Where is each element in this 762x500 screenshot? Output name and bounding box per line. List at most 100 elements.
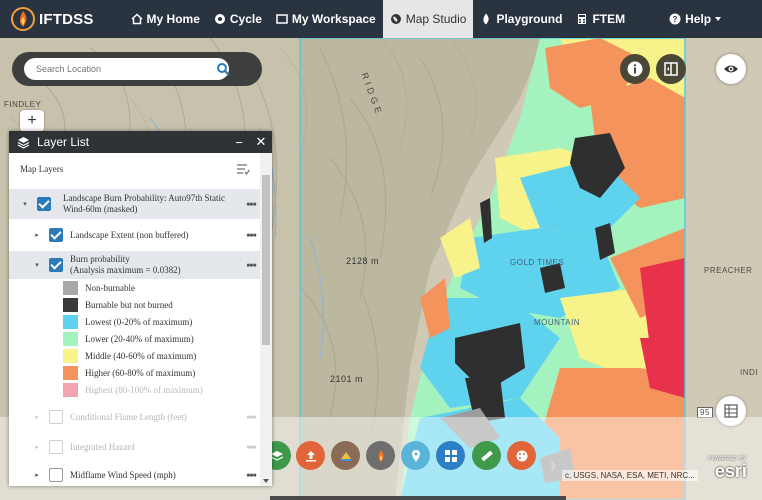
expand-arrow-icon[interactable]: ▸: [33, 443, 41, 451]
layer-item-midflame-wind-speed[interactable]: ▸ Midflame Wind Speed (mph) •••: [9, 465, 260, 485]
layer-checkbox[interactable]: [49, 410, 63, 424]
filter-list-icon[interactable]: [236, 163, 250, 175]
layer-label: Midflame Wind Speed (mph): [70, 469, 176, 480]
legend-swatch: [63, 332, 78, 346]
nav-map-studio[interactable]: Map Studio: [382, 0, 474, 38]
layer-checkbox[interactable]: [49, 228, 63, 242]
layer-item-landscape-extent[interactable]: ▸ Landscape Extent (non buffered) •••: [9, 223, 260, 247]
layer-label: Burn probability (Analysis maximum = 0.0…: [70, 254, 242, 276]
scrollbar-thumb[interactable]: [262, 175, 270, 345]
legend-label: Lowest (0-20% of maximum): [85, 317, 193, 327]
palette-icon: [516, 450, 527, 461]
map-layers-heading: Map Layers: [20, 163, 250, 175]
map-label-elevation-2128: 2128 m: [346, 256, 380, 266]
legend-swatch: [63, 298, 78, 312]
esri-wordmark: esri: [714, 461, 747, 481]
layer-item-burn-probability[interactable]: ▾ Burn probability (Analysis maximum = 0…: [9, 251, 260, 279]
legend-swatch: [63, 366, 78, 380]
expand-arrow-icon[interactable]: ▸: [33, 231, 41, 239]
collapse-arrow-icon[interactable]: ▾: [21, 200, 29, 208]
layer-options-icon[interactable]: •••: [242, 410, 260, 425]
nav-playground[interactable]: Playground: [473, 0, 569, 38]
location-tool-button[interactable]: [401, 441, 430, 470]
chevron-down-icon: [715, 17, 722, 21]
nav-ftem-label: FTEM: [592, 12, 626, 26]
globe-icon: [390, 14, 401, 24]
location-pin-icon: [411, 449, 420, 462]
nav-map-studio-label: Map Studio: [405, 12, 467, 26]
nav-cycle-label: Cycle: [229, 12, 262, 26]
legend-item: Highest (80-100% of maximum): [63, 382, 203, 398]
legend-item: Middle (40-60% of maximum): [63, 348, 196, 364]
basemap-gallery-button[interactable]: [436, 441, 465, 470]
brand-name: IFTDSS: [39, 10, 94, 28]
nav-my-workspace[interactable]: My Workspace: [269, 0, 383, 38]
layer-label: Landscape Extent (non buffered): [70, 229, 189, 240]
map-attribution: c, USGS, NASA, ESA, METI, NRC...: [562, 470, 698, 481]
layer-label-subtitle: (Analysis maximum = 0.0382): [70, 265, 181, 275]
toolbar-strip: [270, 496, 566, 500]
table-button[interactable]: [716, 396, 746, 426]
nav-help[interactable]: ? Help: [662, 0, 728, 38]
legend-label: Highest (80-100% of maximum): [85, 385, 203, 395]
layer-options-icon[interactable]: •••: [242, 468, 260, 483]
swipe-icon: [664, 62, 678, 76]
upload-icon: [305, 450, 316, 461]
draw-tool-button[interactable]: [507, 441, 536, 470]
layer-item-burn-probability-group[interactable]: ▾ Landscape Burn Probability: Auto97th S…: [9, 189, 260, 219]
home-icon: [131, 13, 143, 25]
search-location-input[interactable]: [24, 58, 229, 80]
measure-tool-button[interactable]: [472, 441, 501, 470]
legend-item: Non-burnable: [63, 280, 135, 296]
legend-label: Lower (20-40% of maximum): [85, 334, 194, 344]
nav-ftem[interactable]: FTEM: [569, 0, 632, 38]
toolbar-next-button[interactable]: [543, 456, 563, 476]
legend-swatch: [63, 315, 78, 329]
info-button[interactable]: [620, 54, 650, 84]
minimize-button[interactable]: −: [228, 135, 250, 150]
esri-logo[interactable]: POWERED BY esri: [708, 456, 747, 480]
top-navbar: IFTDSS My Home Cycle My Workspace Map St…: [0, 0, 762, 38]
legend-tool-button[interactable]: [331, 441, 360, 470]
layer-checkbox[interactable]: [37, 197, 51, 211]
legend-item: Lower (20-40% of maximum): [63, 331, 194, 347]
nav-cycle[interactable]: Cycle: [207, 0, 269, 38]
nav-my-home[interactable]: My Home: [124, 0, 207, 38]
expand-arrow-icon[interactable]: ▸: [33, 471, 41, 479]
legend-icon: [340, 451, 351, 461]
layer-checkbox[interactable]: [49, 258, 63, 272]
map-layers-label: Map Layers: [20, 163, 64, 174]
swipe-button[interactable]: [656, 54, 686, 84]
help-icon: ?: [669, 13, 681, 25]
close-button[interactable]: ✕: [250, 134, 272, 150]
layer-options-icon[interactable]: •••: [242, 197, 260, 212]
legend-item: Higher (60-80% of maximum): [63, 365, 195, 381]
collapse-arrow-icon[interactable]: ▾: [33, 261, 41, 269]
layer-options-icon[interactable]: •••: [242, 440, 260, 455]
layer-checkbox[interactable]: [49, 440, 63, 454]
fire-tool-button[interactable]: [366, 441, 395, 470]
chevron-right-icon: [550, 461, 557, 471]
legend-label: Non-burnable: [85, 283, 135, 293]
scroll-down-icon[interactable]: [263, 479, 269, 483]
workspace-icon: [276, 14, 288, 24]
flame-icon: [483, 13, 490, 25]
map-label-indi: INDI: [740, 368, 758, 377]
expand-arrow-icon[interactable]: ▸: [33, 413, 41, 421]
zoom-in-button[interactable]: +: [20, 110, 44, 132]
nav-my-home-label: My Home: [146, 12, 200, 26]
layer-options-icon[interactable]: •••: [242, 228, 260, 243]
layer-item-conditional-flame-length[interactable]: ▸ Conditional Flame Length (feet) •••: [9, 405, 260, 429]
layer-list-scrollbar[interactable]: [260, 153, 272, 486]
upload-tool-button[interactable]: [296, 441, 325, 470]
layers-icon: [17, 136, 30, 149]
search-icon[interactable]: [216, 62, 230, 76]
nav-help-label: Help: [685, 12, 712, 26]
layer-label: Landscape Burn Probability: Auto97th Sta…: [63, 193, 225, 214]
brand-link[interactable]: IFTDSS: [0, 0, 104, 38]
layer-item-integrated-hazard[interactable]: ▸ Integrated Hazard •••: [9, 435, 260, 459]
visibility-button[interactable]: [716, 54, 746, 84]
layer-checkbox[interactable]: [49, 468, 63, 482]
layer-label-title: Burn probability: [70, 254, 130, 264]
layer-options-icon[interactable]: •••: [242, 258, 260, 273]
